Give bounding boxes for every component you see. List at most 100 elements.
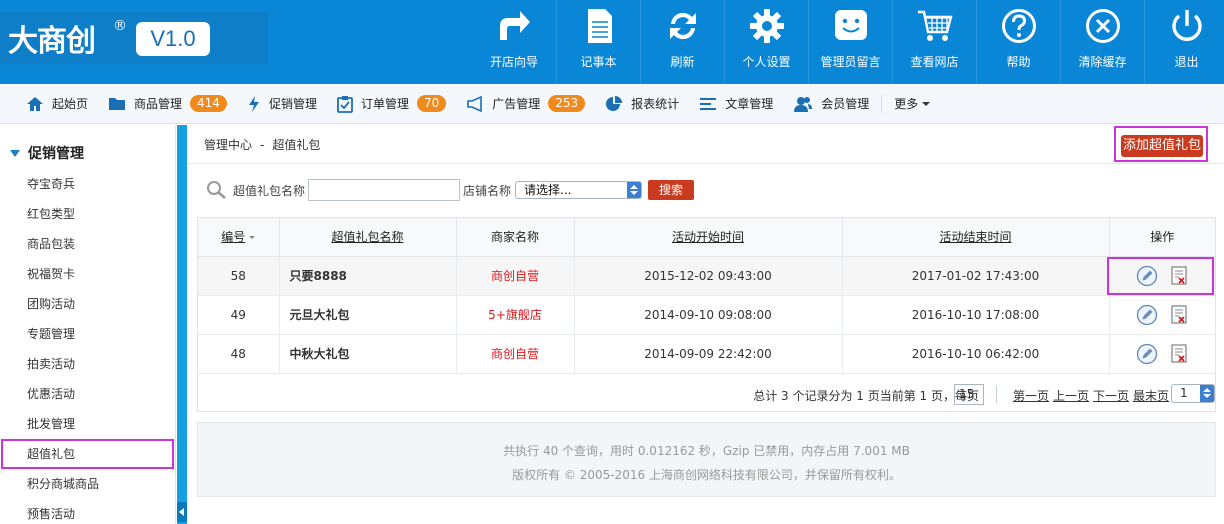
col-start-label: 活动开始时间 xyxy=(671,230,744,245)
nav-label: 报表统计 xyxy=(631,97,680,111)
col-shop: 商家名称 xyxy=(456,218,575,257)
delete-icon[interactable] xyxy=(1170,344,1188,364)
lightning-icon xyxy=(248,95,259,112)
cell-id: 49 xyxy=(198,295,280,335)
sidebar-item[interactable]: 批发管理 xyxy=(0,409,176,439)
footer-copyright: 版权所有 © 2005-2016 上海商创网络科技有限公司，并保留所有权利。 xyxy=(512,468,901,482)
col-start[interactable]: 活动开始时间 xyxy=(574,218,843,257)
nav-orders[interactable]: 订单管理 70 xyxy=(337,84,447,124)
top-nav-logout[interactable]: 退出 xyxy=(1144,0,1224,84)
nav-label: 起始页 xyxy=(52,97,89,111)
sidebar-item[interactable]: 夺宝奇兵 xyxy=(0,169,176,199)
gear-icon xyxy=(750,9,784,43)
nav-articles[interactable]: 文章管理 xyxy=(699,84,773,124)
pagination-info: 总计 3 个记录分为 1 页当前第 1 页，每页 xyxy=(753,389,979,403)
nav-goods[interactable]: 商品管理 414 xyxy=(108,84,227,124)
prev-page-link[interactable]: 上一页 xyxy=(1053,389,1089,403)
sidebar-item[interactable]: 专题管理 xyxy=(0,319,176,349)
sidebar-item[interactable]: 祝福贺卡 xyxy=(0,259,176,289)
top-nav-label: 退出 xyxy=(1174,55,1199,69)
top-header: 大商创 ® V1.0 开店向导 记事本 刷新 个人设置 管理员留言 查看网店 帮… xyxy=(0,0,1224,84)
notepad-icon xyxy=(588,9,612,43)
sidebar-item[interactable]: 商品包装 xyxy=(0,229,176,259)
sidebar-item[interactable]: 团购活动 xyxy=(0,289,176,319)
last-page-link[interactable]: 最末页 xyxy=(1133,389,1169,403)
cell-end: 2016-10-10 17:08:00 xyxy=(842,295,1110,335)
nav-promotions[interactable]: 促销管理 xyxy=(247,84,317,124)
cart-icon xyxy=(918,10,953,41)
package-name-input[interactable] xyxy=(308,179,461,201)
refresh-icon xyxy=(670,12,696,40)
page-select[interactable]: 1 xyxy=(1171,384,1215,403)
col-name[interactable]: 超值礼包名称 xyxy=(279,218,457,257)
add-package-button[interactable]: 添加超值礼包 xyxy=(1121,135,1203,157)
top-nav-label: 个人设置 xyxy=(742,55,791,69)
collapse-sidebar-handle[interactable] xyxy=(177,502,187,522)
nav-more[interactable]: 更多 xyxy=(894,84,931,124)
nav-label: 广告管理 xyxy=(492,97,541,111)
cell-shop: 5+旗舰店 xyxy=(456,295,575,335)
top-nav-setup-wizard[interactable]: 开店向导 xyxy=(472,0,556,84)
footer-stats: 共执行 40 个查询，用时 0.012162 秒，Gzip 已禁用，内存占用 7… xyxy=(503,444,910,458)
col-id-label: 编号 xyxy=(221,230,246,245)
cell-id: 48 xyxy=(198,334,280,374)
col-id[interactable]: 编号 xyxy=(198,218,280,257)
search-button[interactable]: 搜索 xyxy=(648,180,695,200)
list-icon xyxy=(700,97,717,110)
sort-caret-icon xyxy=(249,236,256,240)
nav-reports[interactable]: 报表统计 xyxy=(605,84,679,124)
sidebar-item[interactable]: 拍卖活动 xyxy=(0,349,176,379)
breadcrumb-root[interactable]: 管理中心 xyxy=(204,138,252,152)
nav-ads[interactable]: 广告管理 253 xyxy=(466,84,586,124)
top-nav-view-shop[interactable]: 查看网店 xyxy=(892,0,976,84)
select-arrows-icon xyxy=(1200,385,1214,402)
main-nav: 起始页 商品管理 414 促销管理 订单管理 70 广告管理 253 报表统计 … xyxy=(0,84,1224,124)
col-end-label: 活动结束时间 xyxy=(939,230,1012,245)
cell-start: 2014-09-10 09:08:00 xyxy=(574,295,843,335)
sidebar-item[interactable]: 红包类型 xyxy=(0,199,176,229)
edit-icon[interactable] xyxy=(1136,304,1158,326)
cell-ops xyxy=(1106,256,1215,296)
shop-select[interactable]: 请选择... xyxy=(515,181,643,199)
logo[interactable]: 大商创 ® V1.0 xyxy=(0,12,268,64)
shop-select-value: 请选择... xyxy=(524,183,572,197)
table-row: 58 只要8888 商创自营 2015-12-02 09:43:00 2017-… xyxy=(198,256,1215,296)
next-page-link[interactable]: 下一页 xyxy=(1093,389,1129,403)
clear-cache-icon xyxy=(1086,9,1120,43)
nav-members[interactable]: 会员管理 xyxy=(793,84,869,124)
sidebar-item[interactable]: 优惠活动 xyxy=(0,379,176,409)
top-nav-personal-settings[interactable]: 个人设置 xyxy=(724,0,808,84)
edit-icon[interactable] xyxy=(1136,343,1158,365)
top-nav-label: 刷新 xyxy=(670,55,695,69)
top-nav-refresh[interactable]: 刷新 xyxy=(640,0,724,84)
home-icon xyxy=(27,96,43,111)
top-nav-clear-cache[interactable]: 清除缓存 xyxy=(1060,0,1144,84)
megaphone-icon xyxy=(467,95,483,112)
breadcrumb-current: 超值礼包 xyxy=(272,138,321,152)
sidebar-section-title[interactable]: 促销管理 xyxy=(10,143,84,163)
top-nav-label: 帮助 xyxy=(1006,55,1031,69)
top-nav-help[interactable]: 帮助 xyxy=(976,0,1060,84)
sidebar-item-active[interactable]: 超值礼包 xyxy=(1,439,174,469)
share-arrow-icon xyxy=(500,11,530,40)
sidebar: 促销管理 夺宝奇兵 红包类型 商品包装 祝福贺卡 团购活动 专题管理 拍卖活动 … xyxy=(0,125,176,524)
caret-down-icon xyxy=(922,101,931,106)
search-icon xyxy=(207,181,226,199)
table-row: 49 元旦大礼包 5+旗舰店 2014-09-10 09:08:00 2016-… xyxy=(198,295,1215,335)
power-icon xyxy=(1172,10,1202,41)
pagination-divider xyxy=(996,385,997,403)
top-nav-label: 开店向导 xyxy=(489,55,538,69)
first-page-link[interactable]: 第一页 xyxy=(1013,389,1049,403)
top-nav-notepad[interactable]: 记事本 xyxy=(556,0,640,84)
sidebar-item[interactable]: 积分商城商品 xyxy=(0,469,176,499)
col-end[interactable]: 活动结束时间 xyxy=(842,218,1110,257)
shop-name-label: 店铺名称 xyxy=(463,183,512,198)
nav-home[interactable]: 起始页 xyxy=(26,84,88,124)
pagination-links: 第一页 上一页 下一页 最末页 xyxy=(1009,387,1169,404)
table-header-row: 编号 超值礼包名称 商家名称 活动开始时间 活动结束时间 操作 xyxy=(198,218,1215,257)
per-page-input[interactable]: 15 xyxy=(954,384,984,405)
delete-icon[interactable] xyxy=(1170,305,1188,325)
sidebar-item[interactable]: 预售活动 xyxy=(0,499,176,524)
breadcrumb: 管理中心 - 超值礼包 xyxy=(204,136,320,153)
top-nav-admin-message[interactable]: 管理员留言 xyxy=(808,0,892,84)
